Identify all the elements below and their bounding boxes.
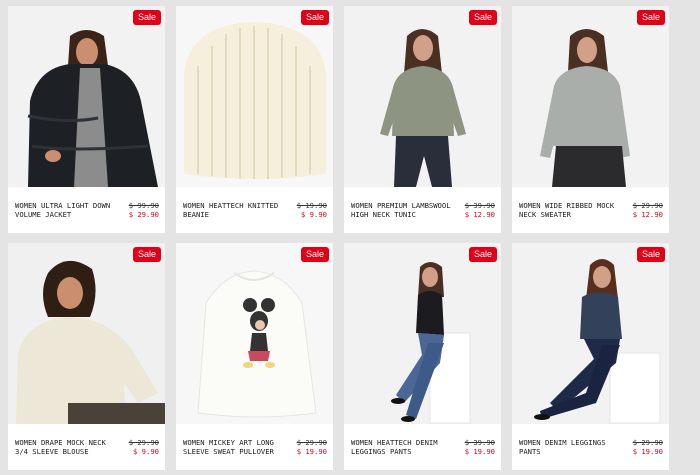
product-prices: $ 39.90 $ 12.90 xyxy=(465,201,495,220)
original-price: $ 99.90 xyxy=(128,200,159,210)
product-card[interactable]: Sale WOMEN WIDE RIBBED MOCK NECK SWEATER… xyxy=(512,6,669,233)
product-image-tunic[interactable] xyxy=(344,6,501,187)
original-price: $ 29.90 xyxy=(632,437,663,447)
sale-price: $ 19.90 xyxy=(464,447,495,456)
product-info: WOMEN WIDE RIBBED MOCK NECK SWEATER $ 29… xyxy=(512,187,669,233)
original-price: $ 29.90 xyxy=(296,437,327,447)
product-prices: $ 29.90 $ 19.90 xyxy=(297,438,327,457)
sale-price: $ 9.90 xyxy=(301,210,327,219)
sale-badge: Sale xyxy=(636,247,665,262)
sale-badge: Sale xyxy=(636,10,665,25)
sale-price: $ 12.90 xyxy=(464,210,495,219)
product-prices: $ 39.90 $ 19.90 xyxy=(465,438,495,457)
product-card[interactable]: Sale WOMEN ULTRA LIGHT DOWN VOLUME JACKE… xyxy=(8,6,165,233)
product-prices: $ 99.90 $ 29.90 xyxy=(129,201,159,220)
product-card[interactable]: Sale WOMEN HEATTECH DENIM LEGGINGS PANTS… xyxy=(344,243,501,470)
product-name[interactable]: WOMEN HEATTECH DENIM LEGGINGS PANTS xyxy=(351,438,459,457)
product-info: WOMEN HEATTECH KNITTED BEANIE $ 19.90 $ … xyxy=(176,187,333,233)
product-image-down-jacket[interactable] xyxy=(8,6,165,187)
original-price: $ 29.90 xyxy=(128,437,159,447)
sale-badge: Sale xyxy=(300,10,329,25)
original-price: $ 29.90 xyxy=(632,200,663,210)
product-image-denim-pants[interactable] xyxy=(512,243,669,424)
product-card[interactable]: Sale WOMEN HEATTECH KNITTED BEANIE $ 19.… xyxy=(176,6,333,233)
product-card[interactable]: Sale WOMEN MICKEY ART LONG SLEEVE SWEAT … xyxy=(176,243,333,470)
product-image-mickey-pullover[interactable] xyxy=(176,243,333,424)
product-image-blouse[interactable] xyxy=(8,243,165,424)
product-card[interactable]: Sale WOMEN PREMIUM LAMBSWOOL HIGH NECK T… xyxy=(344,6,501,233)
product-card[interactable]: Sale WOMEN DENIM LEGGINGS PANTS $ 29.90 … xyxy=(512,243,669,470)
product-card[interactable]: Sale WOMEN DRAPE MOCK NECK 3/4 SLEEVE BL… xyxy=(8,243,165,470)
product-name[interactable]: WOMEN MICKEY ART LONG SLEEVE SWEAT PULLO… xyxy=(183,438,291,457)
original-price: $ 39.90 xyxy=(464,437,495,447)
product-prices: $ 19.90 $ 9.90 xyxy=(297,201,327,220)
sale-badge: Sale xyxy=(132,10,161,25)
product-name[interactable]: WOMEN ULTRA LIGHT DOWN VOLUME JACKET xyxy=(15,201,123,220)
product-grid: Sale WOMEN ULTRA LIGHT DOWN VOLUME JACKE… xyxy=(8,6,669,470)
product-name[interactable]: WOMEN HEATTECH KNITTED BEANIE xyxy=(183,201,291,220)
product-prices: $ 29.90 $ 12.90 xyxy=(633,201,663,220)
original-price: $ 39.90 xyxy=(464,200,495,210)
sale-price: $ 29.90 xyxy=(128,210,159,219)
sale-price: $ 9.90 xyxy=(133,447,159,456)
product-prices: $ 29.90 $ 19.90 xyxy=(633,438,663,457)
product-prices: $ 29.90 $ 9.90 xyxy=(129,438,159,457)
product-name[interactable]: WOMEN PREMIUM LAMBSWOOL HIGH NECK TUNIC xyxy=(351,201,459,220)
sale-price: $ 12.90 xyxy=(632,210,663,219)
product-info: WOMEN DENIM LEGGINGS PANTS $ 29.90 $ 19.… xyxy=(512,424,669,470)
product-name[interactable]: WOMEN WIDE RIBBED MOCK NECK SWEATER xyxy=(519,201,627,220)
sale-price: $ 19.90 xyxy=(296,447,327,456)
product-image-denim-leggings[interactable] xyxy=(344,243,501,424)
product-name[interactable]: WOMEN DRAPE MOCK NECK 3/4 SLEEVE BLOUSE xyxy=(15,438,123,457)
product-info: WOMEN HEATTECH DENIM LEGGINGS PANTS $ 39… xyxy=(344,424,501,470)
sale-badge: Sale xyxy=(300,247,329,262)
product-image-ribbed-sweater[interactable] xyxy=(512,6,669,187)
sale-badge: Sale xyxy=(468,247,497,262)
product-name[interactable]: WOMEN DENIM LEGGINGS PANTS xyxy=(519,438,627,457)
product-info: WOMEN ULTRA LIGHT DOWN VOLUME JACKET $ 9… xyxy=(8,187,165,233)
product-info: WOMEN PREMIUM LAMBSWOOL HIGH NECK TUNIC … xyxy=(344,187,501,233)
original-price: $ 19.90 xyxy=(296,200,327,210)
sale-badge: Sale xyxy=(132,247,161,262)
sale-badge: Sale xyxy=(468,10,497,25)
product-info: WOMEN DRAPE MOCK NECK 3/4 SLEEVE BLOUSE … xyxy=(8,424,165,470)
product-info: WOMEN MICKEY ART LONG SLEEVE SWEAT PULLO… xyxy=(176,424,333,470)
sale-price: $ 19.90 xyxy=(632,447,663,456)
product-image-beanie[interactable] xyxy=(176,6,333,187)
